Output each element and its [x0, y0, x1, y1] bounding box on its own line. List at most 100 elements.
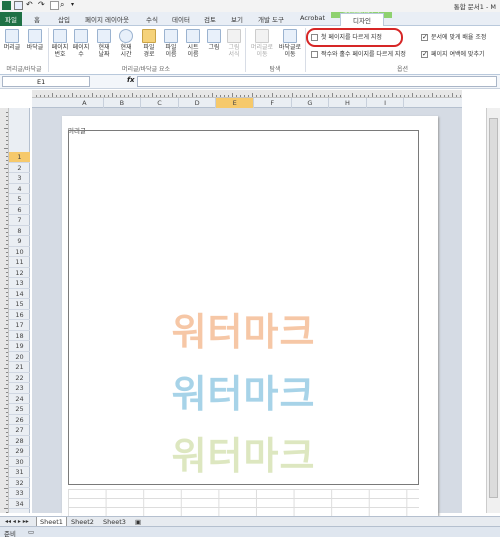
preview-icon[interactable]: ⌕	[60, 1, 69, 10]
tab-developer[interactable]: 개발 도구	[258, 14, 284, 24]
formula-input[interactable]	[137, 76, 497, 87]
row-header[interactable]: 28	[9, 436, 30, 446]
ruler-tick	[6, 216, 8, 217]
ruler-tick	[224, 95, 225, 97]
row-header[interactable]: 9	[9, 236, 30, 247]
ruler-tick	[6, 376, 8, 377]
row-header[interactable]: 34	[9, 499, 30, 509]
tab-file[interactable]: 파일	[0, 12, 22, 26]
ruler-tick	[6, 340, 8, 341]
scroll-thumb[interactable]	[489, 118, 498, 498]
ruler-tick	[6, 272, 8, 273]
row-header[interactable]: 26	[9, 415, 30, 425]
current-date-button[interactable]: 현재 날짜	[95, 29, 113, 58]
file-path-button[interactable]: 파일 경로	[140, 29, 158, 58]
row-header[interactable]: 18	[9, 331, 30, 341]
column-header-b[interactable]: B	[104, 98, 142, 108]
name-box[interactable]: E1	[2, 76, 90, 87]
row-header[interactable]: 16	[9, 310, 30, 320]
row-header[interactable]: 25	[9, 404, 30, 415]
row-header[interactable]: 2	[9, 163, 30, 173]
format-picture-button[interactable]: 그림 서식	[226, 29, 242, 58]
sheet-name-button[interactable]: 시트 이름	[184, 29, 202, 58]
cell-grid[interactable]	[68, 489, 419, 516]
row-header[interactable]: 32	[9, 478, 30, 488]
page-number-button[interactable]: 페이지 번호	[51, 29, 69, 58]
save-icon[interactable]	[14, 1, 23, 10]
tab-data[interactable]: 데이터	[172, 14, 190, 24]
redo-icon[interactable]: ↷	[38, 1, 47, 10]
tab-formulas[interactable]: 수식	[146, 14, 158, 24]
picture-button[interactable]: 그림	[206, 29, 222, 51]
row-header[interactable]: 7	[9, 215, 30, 226]
ruler-tick	[316, 95, 317, 97]
column-header-f[interactable]: F	[254, 98, 292, 108]
row-header[interactable]: 24	[9, 394, 30, 404]
ruler-tick	[336, 95, 337, 97]
file-name-icon	[164, 29, 178, 43]
row-header[interactable]: 8	[9, 226, 30, 236]
ruler-tick	[408, 95, 409, 97]
row-header[interactable]: 12	[9, 268, 30, 278]
go-to-header-button[interactable]: 머리글로 이동	[249, 29, 275, 58]
header-edit-box[interactable]: 워터마크 워터마크 워터마크	[68, 130, 419, 485]
undo-icon[interactable]: ↶	[26, 1, 35, 10]
row-header[interactable]: 1	[9, 152, 30, 163]
footer-button[interactable]: 바닥글	[24, 29, 46, 51]
page: 머리글 워터마크 워터마크 워터마크	[62, 116, 438, 516]
row-header[interactable]: 29	[9, 446, 30, 457]
header-button[interactable]: 머리글	[2, 29, 22, 51]
ruler-tick	[424, 95, 425, 97]
row-header[interactable]: 20	[9, 352, 30, 362]
scale-with-document-checkbox[interactable]: 문서에 맞게 배율 조정	[421, 32, 486, 41]
odd-even-different-checkbox[interactable]: 짝수와 홀수 페이지를 다르게 지정	[311, 49, 406, 58]
column-header-d[interactable]: D	[179, 98, 217, 108]
row-header[interactable]: 13	[9, 278, 30, 289]
row-header[interactable]: 33	[9, 488, 30, 499]
row-header[interactable]: 19	[9, 341, 30, 352]
row-header[interactable]: 30	[9, 457, 30, 467]
tab-acrobat[interactable]: Acrobat	[300, 14, 325, 22]
ruler-tick	[6, 372, 8, 373]
tab-view[interactable]: 보기	[231, 14, 243, 24]
column-header-c[interactable]: C	[141, 98, 179, 108]
row-header[interactable]: 31	[9, 467, 30, 478]
row-header[interactable]: 11	[9, 257, 30, 268]
insert-function-icon[interactable]: fx	[127, 76, 135, 84]
column-header-e[interactable]: E	[216, 98, 254, 108]
column-header-h[interactable]: H	[329, 98, 367, 108]
row-header[interactable]: 6	[9, 205, 30, 215]
customize-qat-icon[interactable]: ▾	[71, 1, 80, 10]
row-header[interactable]: 4	[9, 184, 30, 194]
file-name-button[interactable]: 파일 이름	[162, 29, 180, 58]
column-header-a[interactable]: A	[66, 98, 104, 108]
ruler-tick	[436, 95, 437, 97]
go-to-footer-button[interactable]: 바닥글로 이동	[277, 29, 303, 58]
macro-record-icon[interactable]: ▭	[28, 528, 34, 536]
row-header[interactable]: 5	[9, 194, 30, 205]
row-header[interactable]: 10	[9, 247, 30, 257]
tab-insert[interactable]: 삽입	[58, 14, 70, 24]
vertical-scrollbar[interactable]	[486, 108, 500, 513]
row-header[interactable]: 22	[9, 373, 30, 383]
ruler-tick	[208, 95, 209, 97]
current-time-button[interactable]: 현재 시간	[117, 29, 135, 58]
new-doc-icon[interactable]	[50, 1, 59, 10]
align-with-margins-checkbox[interactable]: 페이지 여백에 맞추기	[421, 49, 485, 58]
row-header[interactable]: 23	[9, 383, 30, 394]
tab-design[interactable]: 디자인	[340, 13, 384, 26]
ruler-tick	[444, 95, 445, 97]
page-count-button[interactable]: 페이지 수	[72, 29, 90, 58]
row-header[interactable]: 17	[9, 320, 30, 331]
ruler-tick	[6, 196, 8, 197]
tab-review[interactable]: 검토	[204, 14, 216, 24]
row-header[interactable]: 14	[9, 289, 30, 299]
row-header[interactable]: 27	[9, 425, 30, 436]
row-header[interactable]: 21	[9, 362, 30, 373]
column-header-g[interactable]: G	[292, 98, 330, 108]
tab-home[interactable]: 홈	[34, 14, 40, 24]
tab-page-layout[interactable]: 페이지 레이아웃	[85, 14, 129, 24]
row-header[interactable]: 15	[9, 299, 30, 310]
row-header[interactable]: 3	[9, 173, 30, 184]
column-header-i[interactable]: I	[367, 98, 405, 108]
